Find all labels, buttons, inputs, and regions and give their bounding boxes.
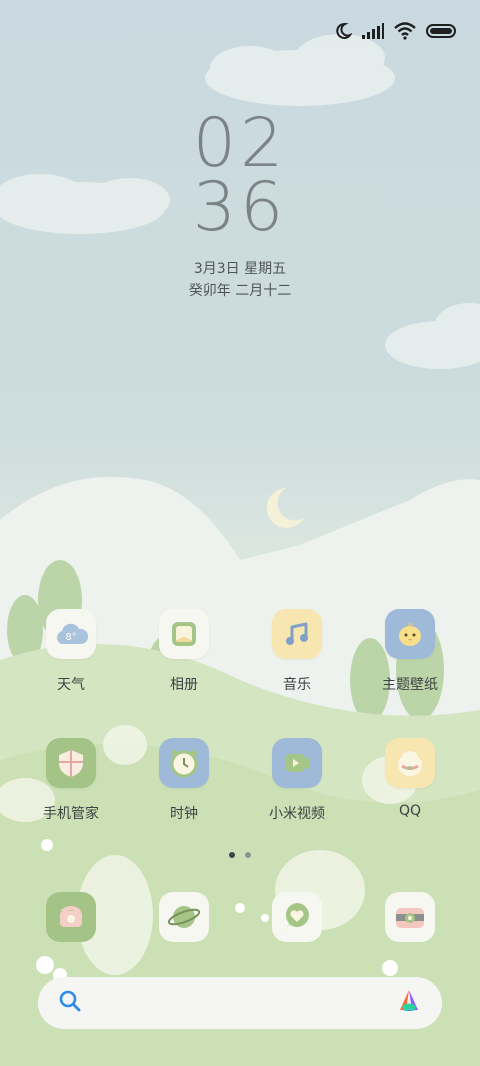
date-widget[interactable]: 3月3日 星期五 癸卯年 二月十二 <box>0 258 480 302</box>
battery-icon <box>426 23 456 39</box>
app-label: 小米视频 <box>269 806 325 822</box>
clock-icon <box>159 738 209 788</box>
messages-icon <box>272 892 322 942</box>
search-bar[interactable] <box>38 977 442 1029</box>
app-label: 手机管家 <box>43 806 99 822</box>
dock-phone[interactable] <box>46 892 96 942</box>
qq-icon <box>385 738 435 788</box>
weather-icon: 8° <box>46 609 96 659</box>
clock-widget[interactable]: 02 36 <box>0 104 480 247</box>
date-gregorian: 3月3日 星期五 <box>193 261 287 277</box>
app-video[interactable]: 小米视频 <box>247 738 347 823</box>
app-gallery[interactable]: 相册 <box>134 609 234 694</box>
security-icon <box>46 738 96 788</box>
app-clock[interactable]: 时钟 <box>134 738 234 823</box>
home-screen: 02 36 3月3日 星期五 癸卯年 二月十二 8° 天气 相册 音乐 主题壁纸… <box>0 0 480 1066</box>
moon-icon <box>334 22 352 40</box>
app-themes[interactable]: 主题壁纸 <box>360 609 460 694</box>
clock-hours: 02 <box>192 104 288 183</box>
app-label: 相册 <box>170 677 198 693</box>
signal-icon <box>362 23 384 39</box>
dock-browser[interactable] <box>159 892 209 942</box>
app-label: 主题壁纸 <box>382 677 438 693</box>
browser-icon <box>159 892 209 942</box>
dock-messages[interactable] <box>272 892 322 942</box>
music-icon <box>272 609 322 659</box>
dock-camera[interactable] <box>385 892 435 942</box>
themes-icon <box>385 609 435 659</box>
page-indicator[interactable] <box>0 852 480 858</box>
phone-icon <box>46 892 96 942</box>
app-weather[interactable]: 8° 天气 <box>21 609 121 694</box>
app-label: 时钟 <box>170 806 198 822</box>
date-lunar: 癸卯年 二月十二 <box>188 283 292 299</box>
clock-minutes: 36 <box>192 168 288 247</box>
gallery-icon <box>159 609 209 659</box>
app-security[interactable]: 手机管家 <box>21 738 121 823</box>
page-dot-active[interactable] <box>229 852 235 858</box>
app-label: QQ <box>398 803 422 819</box>
app-label: 天气 <box>57 677 85 693</box>
app-qq[interactable]: QQ <box>360 738 460 819</box>
camera-icon <box>385 892 435 942</box>
wifi-icon <box>394 22 416 40</box>
status-bar <box>334 18 456 44</box>
page-dot[interactable] <box>245 852 251 858</box>
video-icon <box>272 738 322 788</box>
assistant-icon[interactable] <box>396 988 422 1018</box>
app-label: 音乐 <box>283 677 311 693</box>
weather-temp: 8° <box>65 632 76 643</box>
app-music[interactable]: 音乐 <box>247 609 347 694</box>
search-icon[interactable] <box>58 989 82 1017</box>
